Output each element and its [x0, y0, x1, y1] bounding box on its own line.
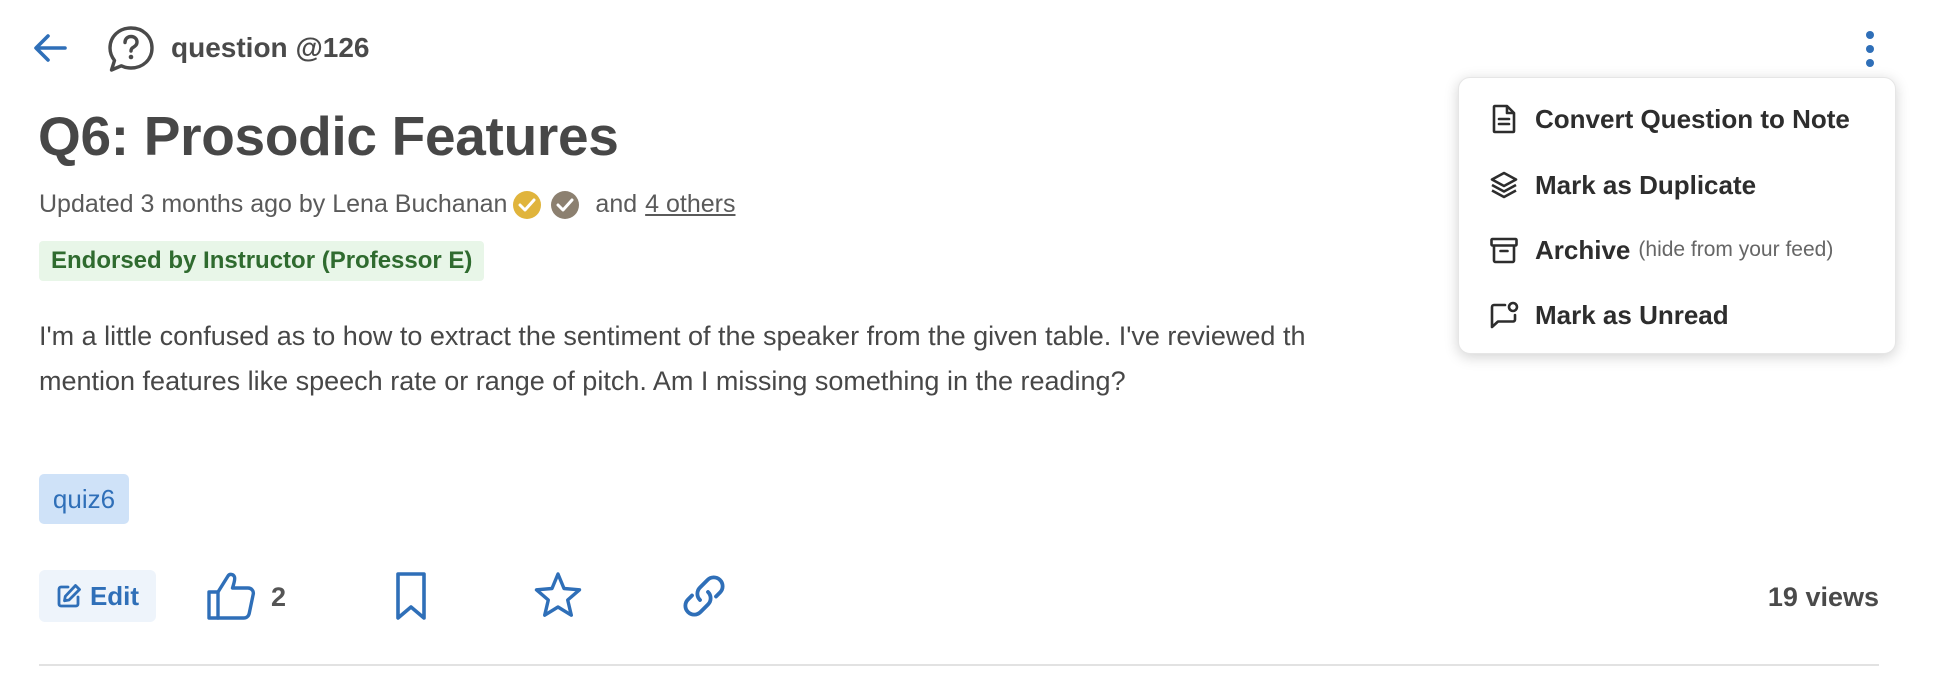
view-count: 19 views — [1767, 582, 1879, 612]
kebab-dot — [1866, 59, 1874, 67]
menu-item-label: Mark as Duplicate — [1535, 169, 1757, 200]
endorsed-badge: Endorsed by Instructor (Professor E) — [39, 241, 485, 281]
more-options-menu: Convert Question to Note Mark as Duplica… — [1458, 77, 1896, 354]
like-count: 2 — [271, 582, 287, 612]
divider — [39, 664, 1879, 666]
menu-item-mark-unread[interactable]: Mark as Unread — [1459, 287, 1895, 343]
question-number: question @126 — [171, 32, 370, 63]
edit-label: Edit — [89, 580, 140, 611]
edit-button[interactable]: Edit — [39, 570, 156, 622]
kebab-dot — [1866, 31, 1874, 39]
kebab-dot — [1866, 45, 1874, 53]
thumbs-up-icon — [207, 572, 256, 620]
archive-icon — [1487, 233, 1521, 267]
document-icon — [1487, 102, 1521, 136]
body-line: mention features like speech rate or ran… — [39, 366, 1126, 396]
menu-item-label: Mark as Unread — [1535, 299, 1729, 330]
tag-quiz6[interactable]: quiz6 — [39, 474, 129, 524]
star-icon — [534, 572, 582, 617]
edit-icon — [57, 584, 81, 608]
bookmark-icon — [396, 572, 426, 620]
post-title: Q6: Prosodic Features — [38, 105, 619, 167]
like-button[interactable] — [203, 568, 259, 624]
updated-and: and — [595, 190, 638, 218]
more-options-button[interactable] — [1854, 24, 1886, 74]
others-link[interactable]: 4 others — [645, 190, 735, 219]
unread-icon — [1487, 298, 1521, 332]
menu-item-convert-to-note[interactable]: Convert Question to Note — [1459, 91, 1895, 147]
updated-text: Updated 3 months ago by Lena Buchanan — [39, 190, 508, 218]
menu-item-label: Convert Question to Note — [1535, 103, 1850, 134]
action-bar: Edit 2 19 views — [0, 560, 1934, 630]
back-button[interactable] — [28, 26, 72, 70]
link-icon — [683, 575, 725, 617]
copy-link-button[interactable] — [676, 568, 732, 624]
menu-item-archive[interactable]: Archive (hide from your feed) — [1459, 222, 1895, 278]
favorite-button[interactable] — [530, 568, 586, 624]
menu-item-note: (hide from your feed) — [1638, 238, 1834, 261]
question-bubble-icon — [106, 24, 156, 74]
menu-item-mark-duplicate[interactable]: Mark as Duplicate — [1459, 157, 1895, 213]
post-body: I'm a little confused as to how to extra… — [39, 314, 1539, 404]
body-line: I'm a little confused as to how to extra… — [39, 321, 1306, 351]
arrow-left-icon — [34, 34, 67, 62]
ta-check-icon — [551, 190, 580, 219]
updated-line: Updated 3 months ago by Lena Buchanan an… — [39, 190, 735, 219]
layers-icon — [1487, 168, 1521, 202]
bookmark-button[interactable] — [386, 568, 436, 624]
instructor-check-icon — [513, 190, 542, 219]
menu-item-label: Archive — [1535, 234, 1631, 265]
